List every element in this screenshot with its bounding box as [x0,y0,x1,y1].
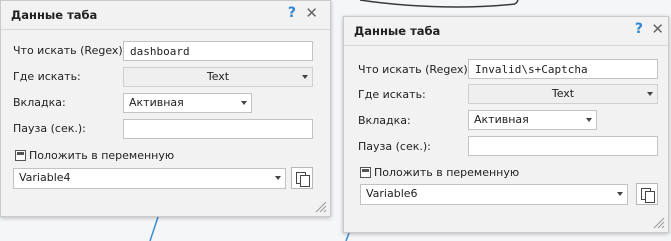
panel-title-bar[interactable]: Данные таба ? ✕ [344,17,668,46]
tab-dropdown-value: Активная [129,96,184,109]
pause-label: Пауза (сек.): [13,122,86,135]
search-label: Что искать (Regex): [13,44,127,57]
variable-dropdown[interactable]: Variable4 [13,168,286,189]
where-dropdown-value: Text [551,87,575,100]
tab-data-panel-right: Данные таба ? ✕ Что искать (Regex): Inva… [343,16,669,233]
search-label: Что искать (Regex): [358,63,472,76]
search-input[interactable]: Invalid\s+Captcha [468,59,658,79]
save-icon[interactable] [360,167,371,178]
where-dropdown[interactable]: Text [468,84,658,104]
tab-dropdown[interactable]: Активная [123,93,252,113]
pause-input[interactable] [468,136,658,156]
variable-dropdown-value: Variable6 [366,187,418,200]
tab-label: Вкладка: [358,114,411,127]
search-input[interactable]: dashboard [123,41,313,61]
chevron-down-icon [617,192,623,196]
chevron-down-icon [302,75,308,79]
pause-label: Пауза (сек.): [358,140,431,153]
pause-input[interactable] [123,119,313,139]
copy-button[interactable] [636,183,658,205]
close-icon[interactable]: ✕ [651,20,664,38]
tab-dropdown-value: Активная [474,113,529,126]
variable-dropdown[interactable]: Variable6 [360,184,628,205]
chevron-down-icon [586,118,592,122]
panel-title: Данные таба [11,8,98,22]
chevron-down-icon [275,176,281,180]
resize-grip-icon[interactable] [315,201,327,213]
chevron-down-icon [647,92,653,96]
panel-title-bar[interactable]: Данные таба ? ✕ [1,1,330,30]
panel-title: Данные таба [354,24,441,38]
resize-grip-icon[interactable] [653,217,665,229]
tab-data-panel-left: Данные таба ? ✕ Что искать (Regex): dash… [0,0,331,217]
copy-button[interactable] [291,167,313,189]
save-to-variable-label: Положить в переменную [374,166,520,179]
tab-label: Вкладка: [13,96,66,109]
where-label: Где искать: [13,70,81,83]
close-icon[interactable]: ✕ [305,4,318,22]
save-to-variable-label: Положить в переменную [29,149,175,162]
where-dropdown[interactable]: Text [123,67,313,87]
save-icon[interactable] [15,150,26,161]
help-icon[interactable]: ? [635,21,643,37]
help-icon[interactable]: ? [288,5,296,21]
where-dropdown-value: Text [206,70,230,83]
variable-dropdown-value: Variable4 [19,171,71,184]
chevron-down-icon [241,101,247,105]
tab-dropdown[interactable]: Активная [468,110,597,130]
where-label: Где искать: [358,88,426,101]
